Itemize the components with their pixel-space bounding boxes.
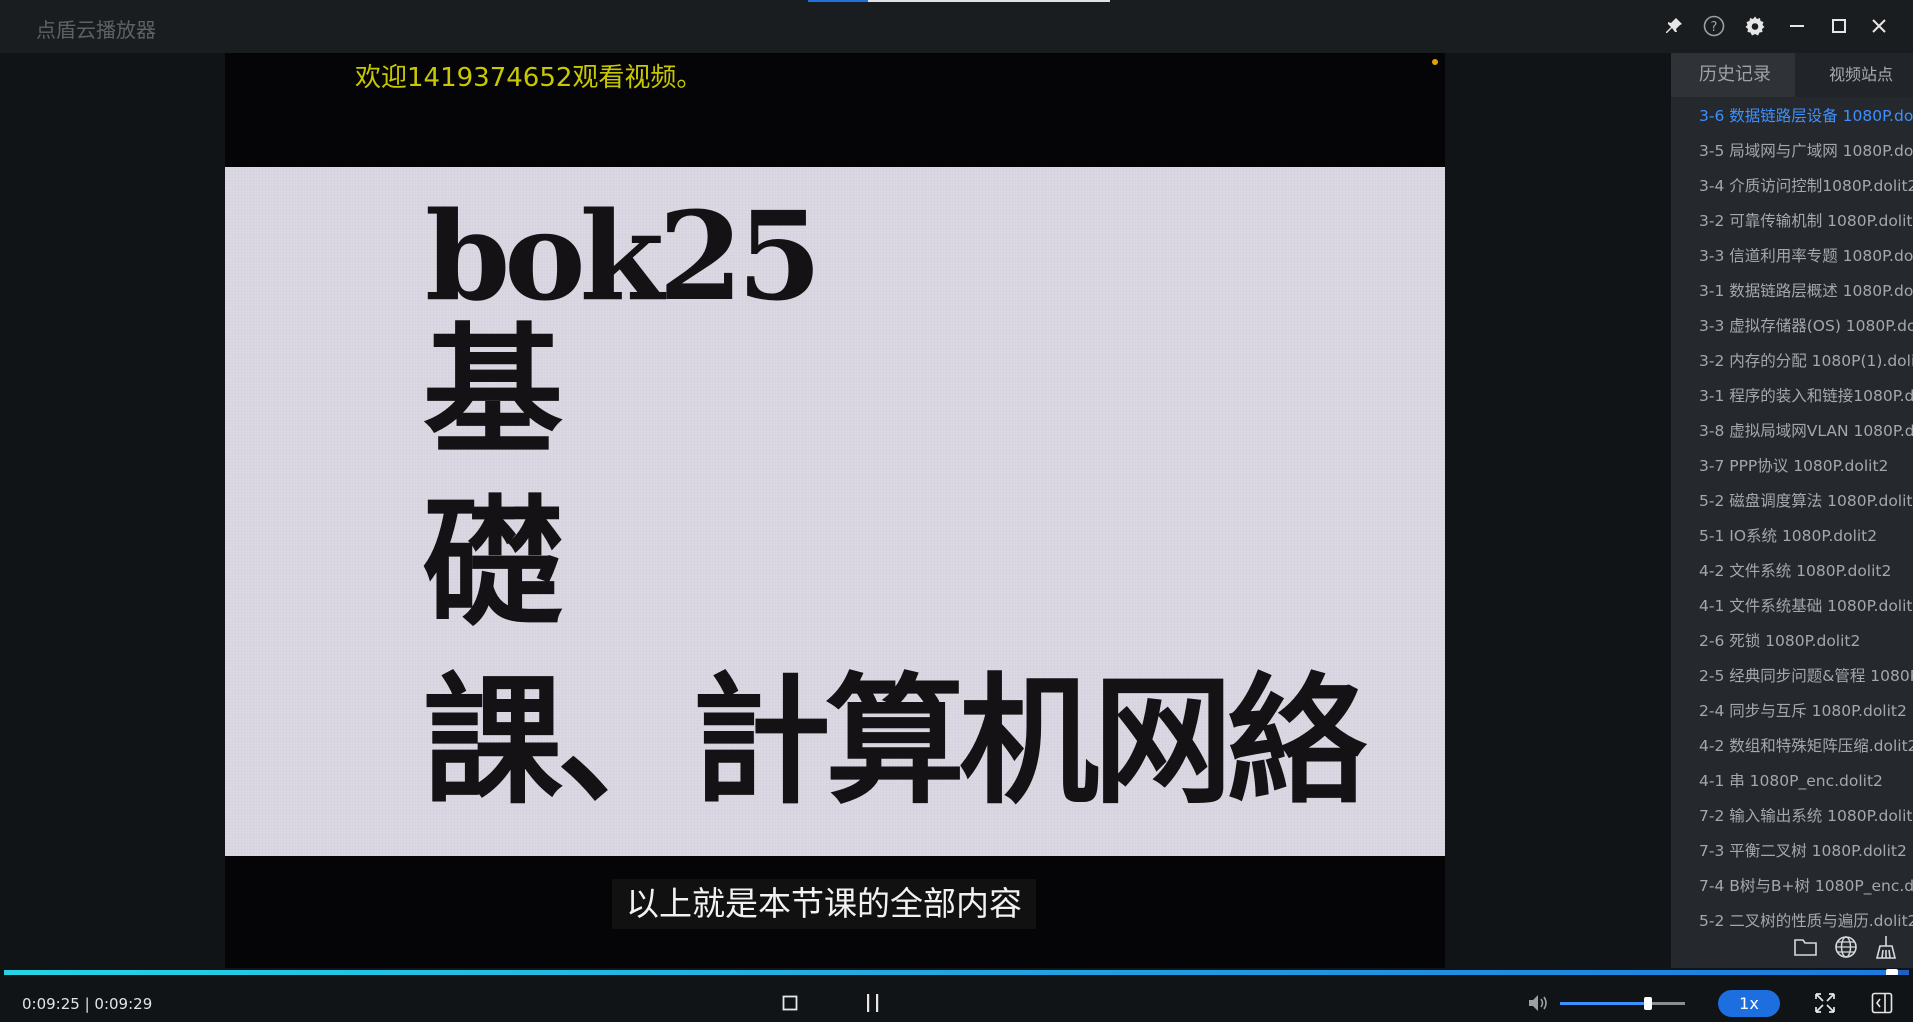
loading-indicator [808, 0, 868, 2]
playlist-sidebar: 历史记录 视频站点 3-6 数据链路层设备 1080P.dolit23-5 局域… [1671, 53, 1913, 968]
tab-video-sites[interactable]: 视频站点 [1795, 53, 1913, 97]
video-area[interactable]: 欢迎1419374652观看视频。 bok25 基 礎 課、計算机网絡 以上就是… [0, 53, 1671, 968]
slide-title: bok25 [425, 184, 822, 328]
maximize-icon[interactable] [1826, 13, 1852, 39]
history-item[interactable]: 3-1 程序的装入和链接1080P.dolit2 [1671, 379, 1913, 414]
history-item[interactable]: 3-6 数据链路层设备 1080P.dolit2 [1671, 99, 1913, 134]
history-item[interactable]: 4-1 串 1080P_enc.dolit2 [1671, 764, 1913, 799]
sidebar-toolbar [1671, 924, 1913, 968]
history-item[interactable]: 3-3 信道利用率专题 1080P.dolit2 [1671, 239, 1913, 274]
history-item[interactable]: 3-5 局域网与广域网 1080P.dolit2 [1671, 134, 1913, 169]
tab-history[interactable]: 历史记录 [1671, 53, 1795, 97]
history-item[interactable]: 3-2 可靠传输机制 1080P.dolit2 [1671, 204, 1913, 239]
title-bar: 点盾云播放器 ? [0, 0, 1913, 53]
gear-icon[interactable] [1742, 13, 1768, 39]
minimize-icon[interactable] [1784, 13, 1810, 39]
history-item[interactable]: 3-4 介质访问控制1080P.dolit2 [1671, 169, 1913, 204]
volume-icon[interactable] [1527, 991, 1551, 1015]
help-icon[interactable]: ? [1701, 13, 1727, 39]
sidebar-toggle-icon[interactable] [1870, 991, 1894, 1015]
history-item[interactable]: 4-2 文件系统 1080P.dolit2 [1671, 554, 1913, 589]
history-item[interactable]: 2-6 死锁 1080P.dolit2 [1671, 624, 1913, 659]
slide-char-1: 基 [423, 310, 564, 474]
broom-icon[interactable] [1873, 934, 1899, 960]
watermark-text: 欢迎1419374652观看视频。 [355, 63, 703, 93]
subtitle: 以上就是本节课的全部内容 [612, 879, 1036, 929]
app-title: 点盾云播放器 [36, 18, 156, 42]
control-bar: 0:09:25 | 0:09:29 1x [0, 975, 1913, 1022]
volume-slider[interactable] [1560, 997, 1685, 1010]
folder-icon[interactable] [1793, 934, 1819, 960]
history-item[interactable]: 5-2 磁盘调度算法 1080P.dolit2 [1671, 484, 1913, 519]
pause-icon[interactable] [861, 991, 885, 1015]
volume-level [1560, 1002, 1648, 1005]
slide-course-title: 課、計算机网絡 [423, 660, 1367, 824]
svg-text:?: ? [1711, 20, 1718, 35]
history-item[interactable]: 3-7 PPP协议 1080P.dolit2 [1671, 449, 1913, 484]
stop-icon[interactable] [778, 991, 802, 1015]
history-item[interactable]: 2-5 经典同步问题&管程 1080P.dolit2 [1671, 659, 1913, 694]
history-item[interactable]: 7-4 B树与B+树 1080P_enc.dolit2 [1671, 869, 1913, 904]
history-item[interactable]: 3-1 数据链路层概述 1080P.dolit2 [1671, 274, 1913, 309]
loading-indicator-track [868, 0, 1110, 2]
history-item[interactable]: 3-2 内存的分配 1080P(1).dolit2 [1671, 344, 1913, 379]
pin-icon[interactable] [1661, 13, 1687, 39]
history-item[interactable]: 3-3 虚拟存储器(OS) 1080P.dolit2 [1671, 309, 1913, 344]
history-item[interactable]: 2-4 同步与互斥 1080P.dolit2 [1671, 694, 1913, 729]
slide-char-2: 礎 [423, 482, 564, 646]
history-item[interactable]: 4-2 数组和特殊矩阵压缩.dolit2 [1671, 729, 1913, 764]
video-frame[interactable]: 欢迎1419374652观看视频。 bok25 基 礎 課、計算机网絡 以上就是… [225, 53, 1445, 968]
history-item[interactable]: 3-8 虚拟局域网VLAN 1080P.dolit2 [1671, 414, 1913, 449]
playback-speed-button[interactable]: 1x [1718, 990, 1780, 1017]
history-item[interactable]: 7-3 平衡二叉树 1080P.dolit2 [1671, 834, 1913, 869]
video-slide: bok25 基 礎 課、計算机网絡 [225, 167, 1445, 856]
sidebar-tabs: 历史记录 视频站点 [1671, 53, 1913, 97]
globe-icon[interactable] [1833, 934, 1859, 960]
history-item[interactable]: 7-2 输入输出系统 1080P.dolit2 [1671, 799, 1913, 834]
fullscreen-icon[interactable] [1813, 991, 1837, 1015]
history-item[interactable]: 4-1 文件系统基础 1080P.dolit2 [1671, 589, 1913, 624]
volume-handle[interactable] [1643, 997, 1652, 1010]
status-dot [1432, 59, 1438, 65]
time-display: 0:09:25 | 0:09:29 [22, 995, 153, 1013]
close-icon[interactable] [1866, 13, 1892, 39]
history-item[interactable]: 5-1 IO系统 1080P.dolit2 [1671, 519, 1913, 554]
history-list: 3-6 数据链路层设备 1080P.dolit23-5 局域网与广域网 1080… [1671, 99, 1913, 939]
